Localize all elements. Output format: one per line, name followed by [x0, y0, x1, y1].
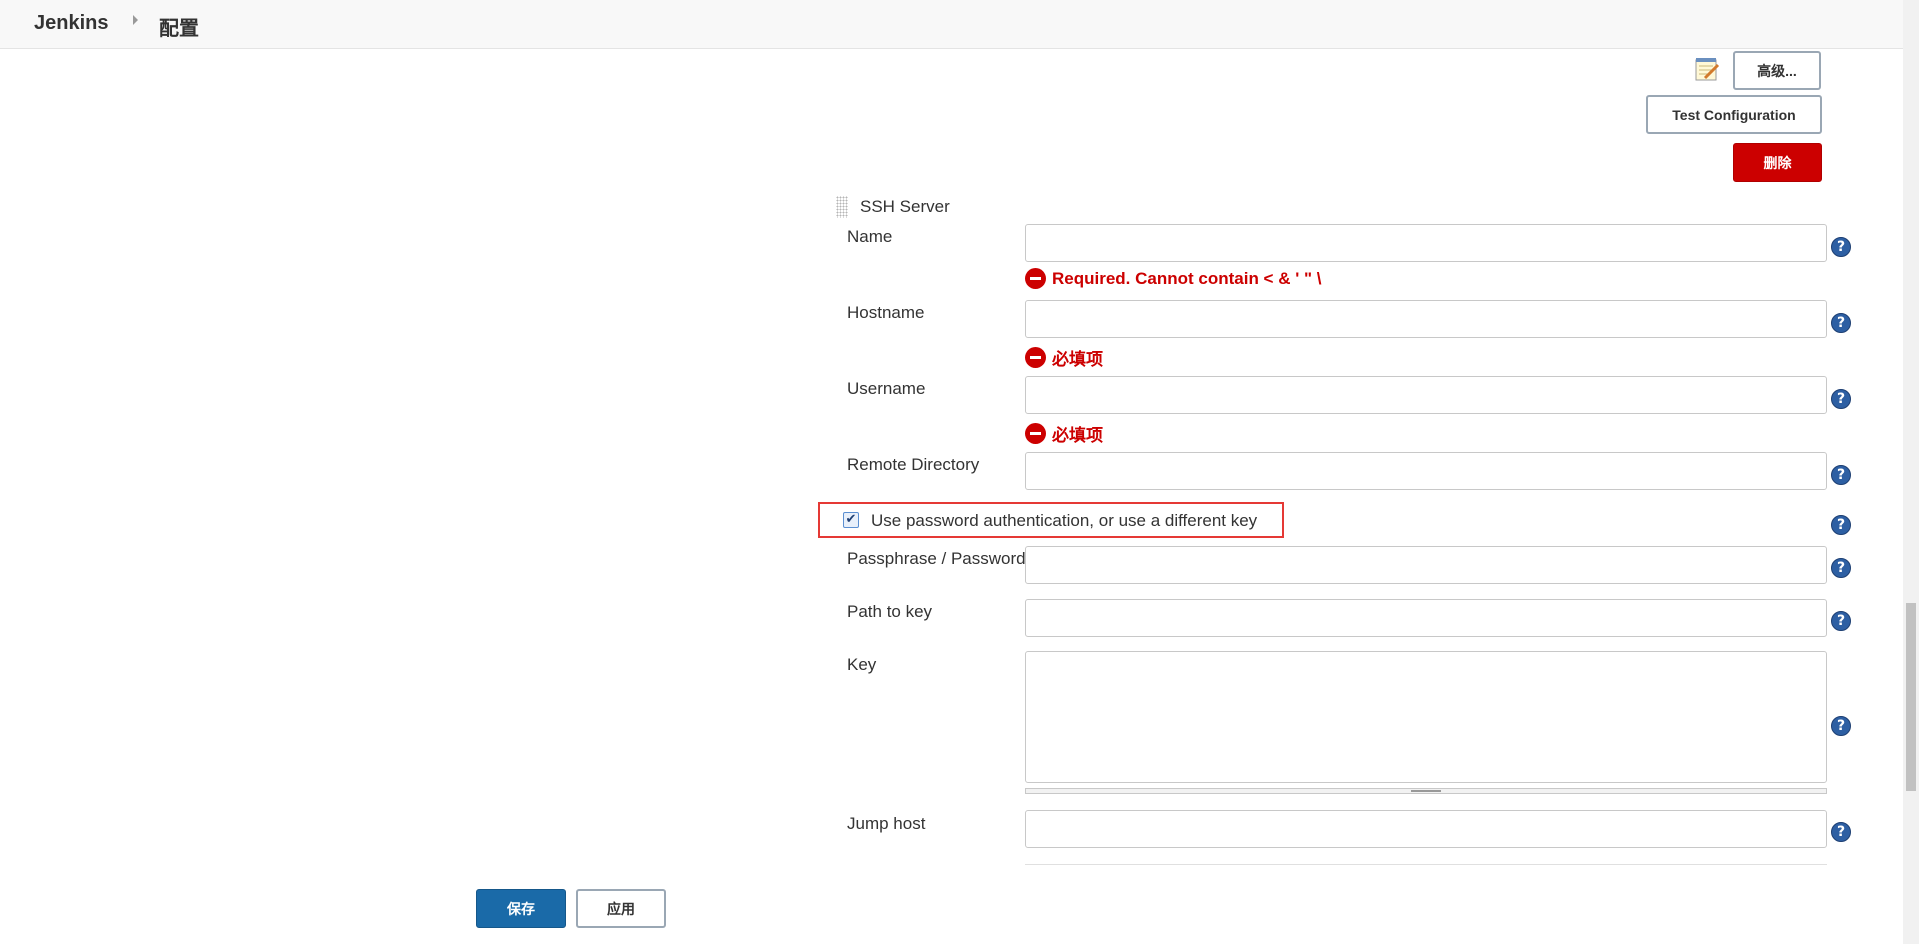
vertical-scrollbar[interactable]: [1903, 0, 1919, 944]
path-to-key-input[interactable]: [1025, 599, 1827, 637]
jump-host-label: Jump host: [847, 814, 926, 833]
next-field-partial: [1025, 864, 1827, 869]
jump-host-input[interactable]: [1025, 810, 1827, 848]
name-label: Name: [847, 227, 893, 246]
error-icon: [1025, 423, 1046, 444]
hostname-input[interactable]: [1025, 300, 1827, 338]
advanced-button[interactable]: 高级...: [1733, 51, 1821, 90]
passphrase-help-icon[interactable]: ?: [1831, 558, 1851, 578]
checkmark-icon: ✔: [845, 512, 857, 527]
use-password-help-icon[interactable]: ?: [1831, 515, 1851, 535]
apply-button[interactable]: 应用: [576, 889, 666, 928]
test-configuration-button[interactable]: Test Configuration: [1646, 95, 1822, 134]
use-password-checkbox[interactable]: ✔: [843, 512, 859, 528]
breadcrumb-separator-icon: [133, 15, 138, 25]
hostname-label: Hostname: [847, 303, 925, 322]
username-help-icon[interactable]: ?: [1831, 389, 1851, 409]
remote-directory-input[interactable]: [1025, 452, 1827, 490]
save-button[interactable]: 保存: [476, 889, 566, 928]
remote-directory-help-icon[interactable]: ?: [1831, 465, 1851, 485]
name-error: Required. Cannot contain < & ' " \: [1025, 268, 1322, 289]
hostname-error: 必填项: [1025, 345, 1103, 370]
key-textarea[interactable]: [1025, 651, 1827, 783]
username-label: Username: [847, 379, 926, 398]
jenkins-brand-link[interactable]: Jenkins: [34, 12, 108, 35]
delete-button[interactable]: 删除: [1733, 143, 1822, 182]
top-header: Jenkins 配置: [0, 0, 1903, 49]
key-help-icon[interactable]: ?: [1831, 716, 1851, 736]
username-error: 必填项: [1025, 421, 1103, 446]
jump-host-help-icon[interactable]: ?: [1831, 822, 1851, 842]
use-password-label[interactable]: Use password authentication, or use a di…: [871, 511, 1257, 531]
path-to-key-help-icon[interactable]: ?: [1831, 611, 1851, 631]
error-icon: [1025, 347, 1046, 368]
hostname-error-text: 必填项: [1052, 350, 1103, 369]
path-to-key-label: Path to key: [847, 602, 933, 621]
key-label: Key: [847, 655, 877, 674]
username-error-text: 必填项: [1052, 426, 1103, 445]
notepad-icon: [1695, 58, 1720, 81]
resize-grip-icon: [1411, 790, 1441, 792]
drag-handle-icon[interactable]: [836, 196, 848, 218]
hostname-help-icon[interactable]: ?: [1831, 313, 1851, 333]
error-icon: [1025, 268, 1046, 289]
passphrase-label: Passphrase / Password: [847, 549, 1026, 568]
username-input[interactable]: [1025, 376, 1827, 414]
name-input[interactable]: [1025, 224, 1827, 262]
name-error-text: Required. Cannot contain < & ' " \: [1052, 268, 1322, 288]
breadcrumb-config[interactable]: 配置: [159, 12, 199, 41]
scrollbar-thumb[interactable]: [1906, 603, 1916, 791]
name-help-icon[interactable]: ?: [1831, 237, 1851, 257]
key-resize-handle[interactable]: [1025, 788, 1827, 794]
section-title-ssh-server: SSH Server: [860, 197, 950, 216]
passphrase-input[interactable]: [1025, 546, 1827, 584]
remote-directory-label: Remote Directory: [847, 455, 980, 474]
